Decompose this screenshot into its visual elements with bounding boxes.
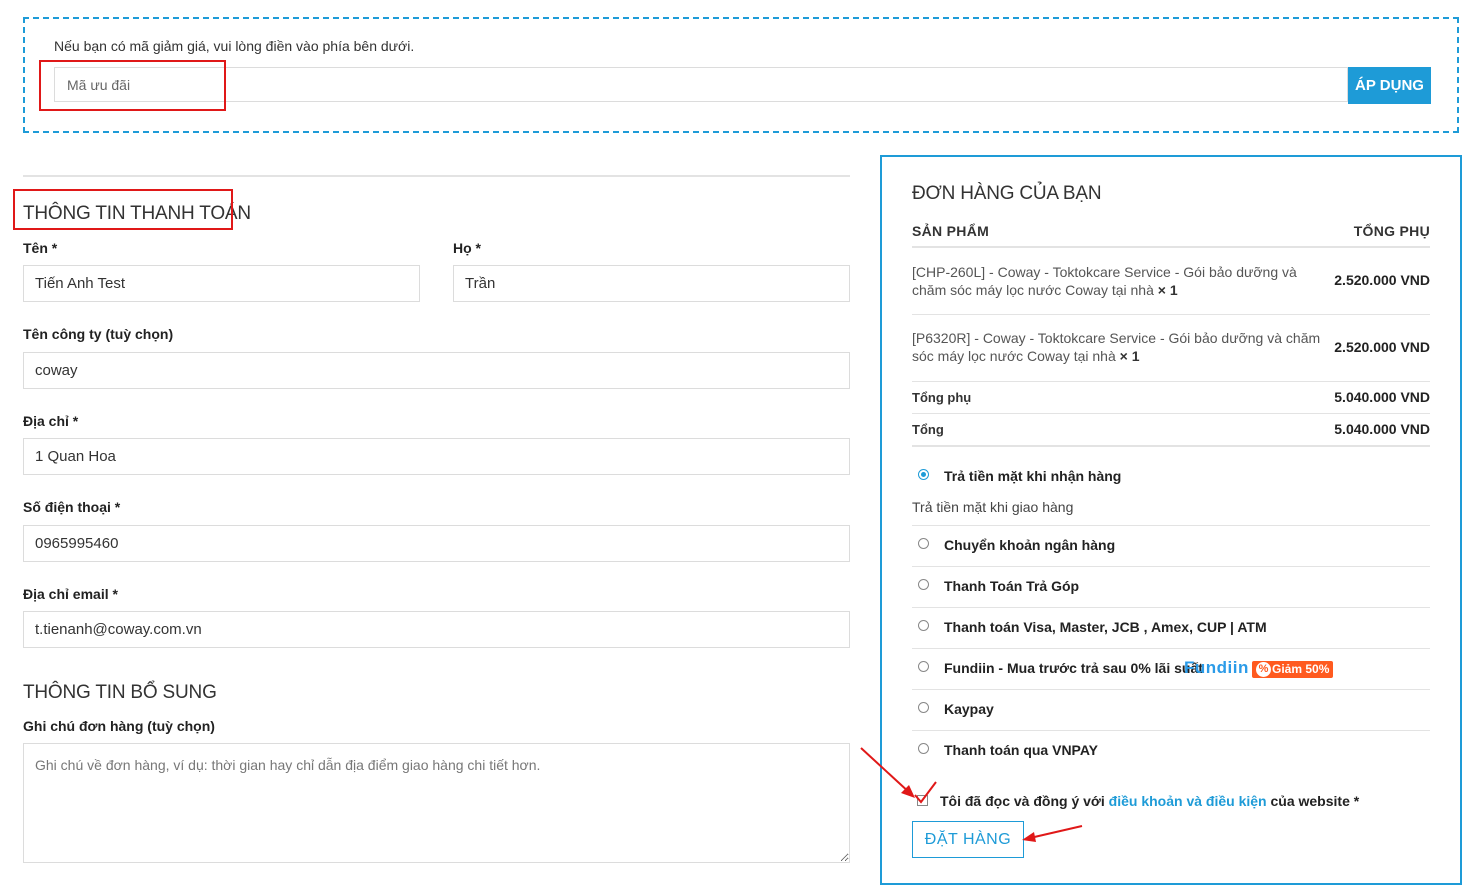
- company-input[interactable]: [23, 352, 850, 389]
- payment-radio-cod[interactable]: [918, 469, 929, 480]
- first-name-input[interactable]: [23, 265, 420, 302]
- total-value: 5.040.000 VND: [1334, 421, 1430, 437]
- order-item: [CHP-260L] - Coway - Toktokcare Service …: [912, 263, 1322, 299]
- order-title: ĐƠN HÀNG CỦA BẠN: [912, 183, 1102, 204]
- order-item-qty: × 1: [1119, 348, 1140, 364]
- payment-rule: [912, 730, 1430, 731]
- phone-input[interactable]: [23, 525, 850, 562]
- coupon-prompt: Nếu bạn có mã giảm giá, vui lòng điền và…: [54, 38, 415, 54]
- billing-divider: [23, 175, 850, 177]
- email-input[interactable]: [23, 611, 850, 648]
- order-item-price: 2.520.000 VND: [1334, 339, 1430, 355]
- payment-radio-fundiin[interactable]: [918, 661, 929, 672]
- annotation-arrow-icon: [1022, 825, 1083, 842]
- terms-link[interactable]: điều khoản và điều kiện: [1109, 793, 1267, 809]
- payment-rule: [912, 607, 1430, 608]
- order-total-rule: [912, 445, 1430, 447]
- order-row-rule: [912, 381, 1430, 382]
- payment-method-label[interactable]: Thanh toán Visa, Master, JCB , Amex, CUP…: [944, 619, 1267, 635]
- order-notes-textarea[interactable]: [23, 743, 850, 863]
- fundiin-logo: Fundiin: [1184, 658, 1249, 677]
- address-input[interactable]: [23, 438, 850, 475]
- email-label: Địa chỉ email *: [23, 586, 118, 602]
- terms-suffix: của website *: [1266, 793, 1360, 809]
- order-header-rule: [912, 246, 1430, 248]
- last-name-label: Họ *: [453, 240, 481, 256]
- payment-rule: [912, 566, 1430, 567]
- order-item: [P6320R] - Coway - Toktokcare Service - …: [912, 329, 1322, 365]
- terms-text: Tôi đã đọc và đồng ý với điều khoản và đ…: [940, 793, 1359, 809]
- payment-method-label[interactable]: Trả tiền mặt khi nhận hàng: [944, 468, 1121, 484]
- payment-method-label[interactable]: Chuyển khoản ngân hàng: [944, 537, 1115, 553]
- additional-info-title: THÔNG TIN BỔ SUNG: [23, 682, 217, 703]
- place-order-button[interactable]: ĐẶT HÀNG: [912, 821, 1024, 858]
- order-item-qty: × 1: [1157, 282, 1178, 298]
- payment-method-label[interactable]: Fundiin - Mua trước trả sau 0% lãi suất: [944, 660, 1203, 676]
- payment-method-description: Trả tiền mặt khi giao hàng: [912, 499, 1074, 515]
- address-label: Địa chỉ *: [23, 413, 79, 429]
- subtotal-column-header: TỔNG PHỤ: [1353, 223, 1430, 239]
- subtotal-label: Tổng phụ: [912, 390, 972, 405]
- payment-method-label[interactable]: Thanh toán qua VNPAY: [944, 742, 1098, 758]
- payment-rule: [912, 689, 1430, 690]
- last-name-input[interactable]: [453, 265, 850, 302]
- payment-method-label[interactable]: Thanh Toán Trả Góp: [944, 578, 1079, 594]
- percent-icon: %: [1256, 662, 1271, 677]
- payment-rule: [912, 525, 1430, 526]
- phone-label: Số điện thoại *: [23, 499, 121, 515]
- coupon-highlight-box: [39, 60, 226, 111]
- annotation-arrow-icon: [860, 747, 915, 798]
- order-item-name: [CHP-260L] - Coway - Toktokcare Service …: [912, 264, 1297, 298]
- payment-method-label[interactable]: Kaypay: [944, 701, 994, 717]
- company-label: Tên công ty (tuỳ chọn): [23, 326, 174, 342]
- payment-radio-kaypay[interactable]: [918, 702, 929, 713]
- billing-title-highlight-box: [13, 189, 233, 230]
- order-notes-label: Ghi chú đơn hàng (tuỳ chọn): [23, 718, 215, 734]
- order-item-name: [P6320R] - Coway - Toktokcare Service - …: [912, 330, 1321, 364]
- terms-prefix: Tôi đã đọc và đồng ý với: [940, 793, 1109, 809]
- total-label: Tổng: [912, 422, 944, 437]
- order-item-price: 2.520.000 VND: [1334, 272, 1430, 288]
- payment-rule: [912, 648, 1430, 649]
- subtotal-value: 5.040.000 VND: [1334, 389, 1430, 405]
- coupon-code-input[interactable]: [54, 67, 1348, 102]
- discount-badge-text: Giảm 50%: [1272, 662, 1330, 676]
- payment-radio-bank-transfer[interactable]: [918, 538, 929, 549]
- payment-radio-installment[interactable]: [918, 579, 929, 590]
- apply-coupon-button[interactable]: ÁP DỤNG: [1348, 67, 1431, 104]
- first-name-label: Tên *: [23, 240, 58, 256]
- order-row-rule: [912, 413, 1430, 414]
- order-row-rule: [912, 314, 1430, 315]
- product-column-header: SẢN PHẨM: [912, 223, 990, 239]
- payment-radio-card[interactable]: [918, 620, 929, 631]
